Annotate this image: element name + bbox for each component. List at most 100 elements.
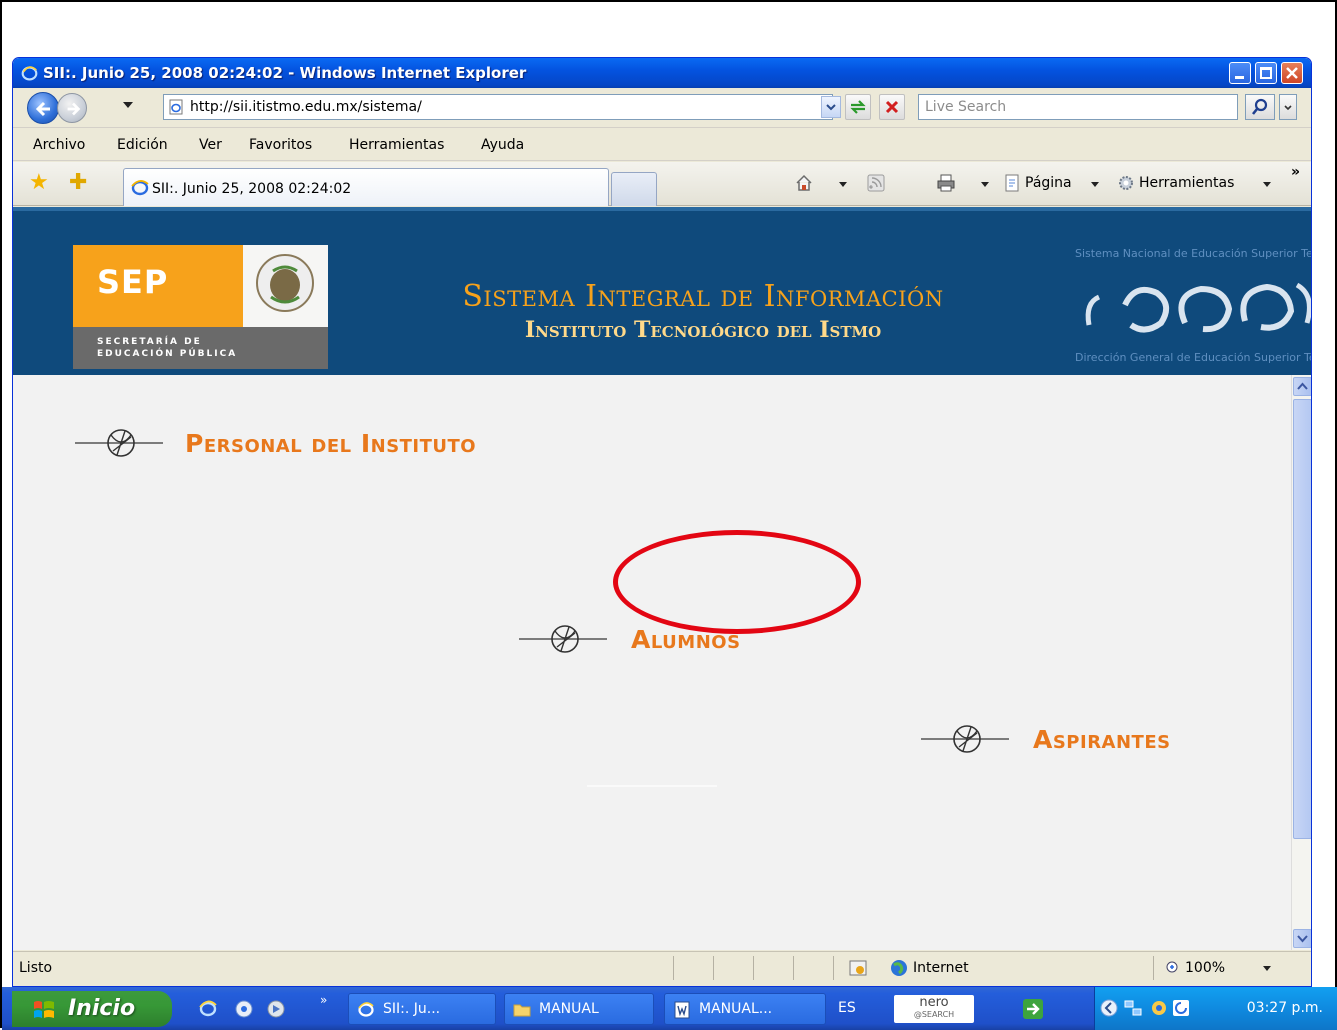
search-options-button[interactable] xyxy=(1279,94,1297,120)
stop-button[interactable] xyxy=(879,94,905,120)
internet-globe-icon xyxy=(891,960,907,976)
security-zone-text: Internet xyxy=(913,960,969,976)
tools-dropdown-icon[interactable] xyxy=(1263,182,1271,187)
nero-logo-text: nero xyxy=(919,995,949,1010)
home-dropdown-icon[interactable] xyxy=(839,182,847,187)
vertical-scrollbar[interactable] xyxy=(1291,375,1311,950)
gear-icon xyxy=(1119,176,1133,190)
protected-mode-icon xyxy=(849,960,867,976)
taskbar-button-manual-doc[interactable]: MANUAL... xyxy=(664,993,826,1025)
feeds-icon[interactable] xyxy=(867,174,885,192)
status-divider xyxy=(713,956,714,980)
taskbar-button-sii[interactable]: SII:. Ju... xyxy=(348,993,496,1025)
forward-button[interactable] xyxy=(57,93,87,123)
status-divider xyxy=(673,956,674,980)
quicklaunch-app-icon[interactable] xyxy=(234,999,254,1019)
search-input[interactable]: Live Search xyxy=(918,94,1238,120)
search-placeholder: Live Search xyxy=(925,99,1007,115)
zoom-level[interactable]: 100% xyxy=(1185,960,1225,976)
sns-top-text: Sistema Nacional de Educación Superior T… xyxy=(1075,247,1312,260)
status-bar: Listo Internet 100% xyxy=(13,951,1311,983)
taskbar-button-label: MANUAL xyxy=(539,1001,599,1017)
quicklaunch-ie-icon[interactable] xyxy=(198,999,218,1019)
link-aspirantes[interactable]: Aspirantes xyxy=(921,719,1241,759)
highlight-circle xyxy=(613,530,861,634)
scroll-thumb[interactable] xyxy=(1293,399,1311,839)
taskbar-button-label: MANUAL... xyxy=(699,1001,773,1017)
language-indicator[interactable]: ES xyxy=(838,1000,856,1016)
ie-icon xyxy=(358,1002,374,1017)
status-divider xyxy=(793,956,794,980)
history-dropdown-icon[interactable] xyxy=(123,102,133,108)
print-dropdown-icon[interactable] xyxy=(981,182,989,187)
zoom-dropdown-icon[interactable] xyxy=(1263,966,1271,971)
tray-network-icon xyxy=(1124,1000,1142,1016)
home-icon[interactable] xyxy=(795,174,813,192)
address-dropdown-button[interactable] xyxy=(821,96,841,118)
status-text: Listo xyxy=(19,960,53,976)
sep-logo-orange-block: SEP xyxy=(73,245,243,327)
itistmo-emblem-icon xyxy=(921,725,1009,753)
sep-word: SEP xyxy=(97,263,169,301)
scroll-down-button[interactable] xyxy=(1293,929,1311,948)
menu-edicion[interactable]: Edición xyxy=(117,137,168,153)
tab-sii[interactable]: SII:. Junio 25, 2008 02:24:02 xyxy=(123,168,609,206)
personal-link-label: Personal del Instituto xyxy=(185,429,477,458)
taskbar-button-manual-folder[interactable]: MANUAL xyxy=(504,993,654,1025)
quicklaunch-media-icon[interactable] xyxy=(266,999,286,1019)
status-divider xyxy=(833,956,834,980)
minimize-button[interactable] xyxy=(1229,62,1251,84)
word-document-icon xyxy=(674,1001,690,1019)
menu-ayuda[interactable]: Ayuda xyxy=(481,137,524,153)
toolbar-overflow-icon[interactable]: » xyxy=(1291,164,1300,180)
screenshot-frame: SII:. Junio 25, 2008 02:24:02 - Windows … xyxy=(0,0,1337,1030)
scroll-up-button[interactable] xyxy=(1293,377,1311,396)
chevron-down-icon xyxy=(1284,105,1292,111)
quicklaunch-overflow-icon[interactable]: » xyxy=(320,993,327,1007)
maximize-button[interactable] xyxy=(1255,62,1277,84)
link-personal-del-instituto[interactable]: Personal del Instituto xyxy=(75,423,595,463)
chevron-down-icon xyxy=(826,104,836,111)
print-icon[interactable] xyxy=(937,174,955,192)
ie-logo-icon xyxy=(21,66,38,81)
back-button[interactable] xyxy=(27,92,59,124)
menu-ver[interactable]: Ver xyxy=(199,137,222,153)
add-favorite-icon[interactable]: ✚ xyxy=(69,172,87,194)
search-button[interactable] xyxy=(1245,94,1275,120)
start-button[interactable]: Inicio xyxy=(12,991,172,1027)
nero-search-box[interactable]: nero @SEARCH xyxy=(894,995,974,1023)
itistmo-emblem-icon xyxy=(519,625,607,653)
menu-favoritos[interactable]: Favoritos xyxy=(249,137,312,153)
address-field[interactable]: http://sii.itistmo.edu.mx/sistema/ xyxy=(163,94,833,120)
sep-line-1: SECRETARÍA DE xyxy=(97,337,202,347)
status-divider xyxy=(753,956,754,980)
sep-logo: SEP SECRETARÍA DE EDUCACIÓN PÚBLICA xyxy=(73,245,328,369)
tools-menu-button[interactable]: Herramientas xyxy=(1139,175,1234,191)
chevron-down-icon xyxy=(1297,935,1308,943)
page-menu-icon xyxy=(1005,174,1019,192)
status-divider xyxy=(1153,956,1154,980)
windows-logo-icon xyxy=(34,1001,54,1018)
close-button[interactable] xyxy=(1281,62,1303,84)
go-arrow-icon[interactable] xyxy=(1022,998,1044,1020)
sns-logo-icon xyxy=(1085,282,1311,333)
tray-update-icon xyxy=(1173,1000,1189,1016)
forward-arrow-icon xyxy=(67,102,81,116)
refresh-button[interactable] xyxy=(845,94,871,120)
tab-label: SII:. Junio 25, 2008 02:24:02 xyxy=(152,181,352,197)
menu-herramientas[interactable]: Herramientas xyxy=(349,137,444,153)
new-tab-button[interactable] xyxy=(611,172,657,206)
system-tray: 03:27 p.m. xyxy=(1094,987,1337,1030)
page-menu-button[interactable]: Página xyxy=(1025,175,1072,191)
divider xyxy=(587,785,717,787)
url-text: http://sii.itistmo.edu.mx/sistema/ xyxy=(190,99,422,115)
chevron-up-icon xyxy=(1297,382,1308,390)
tray-expand-icon[interactable] xyxy=(1099,998,1119,1018)
window-title: SII:. Junio 25, 2008 02:24:02 - Windows … xyxy=(43,64,527,82)
start-label: Inicio xyxy=(68,996,136,1021)
title-bar: SII:. Junio 25, 2008 02:24:02 - Windows … xyxy=(13,58,1311,88)
sep-line-2: EDUCACIÓN PÚBLICA xyxy=(97,349,238,359)
menu-archivo[interactable]: Archivo xyxy=(33,137,85,153)
page-dropdown-icon[interactable] xyxy=(1091,182,1099,187)
favorites-star-icon[interactable]: ★ xyxy=(29,172,49,194)
